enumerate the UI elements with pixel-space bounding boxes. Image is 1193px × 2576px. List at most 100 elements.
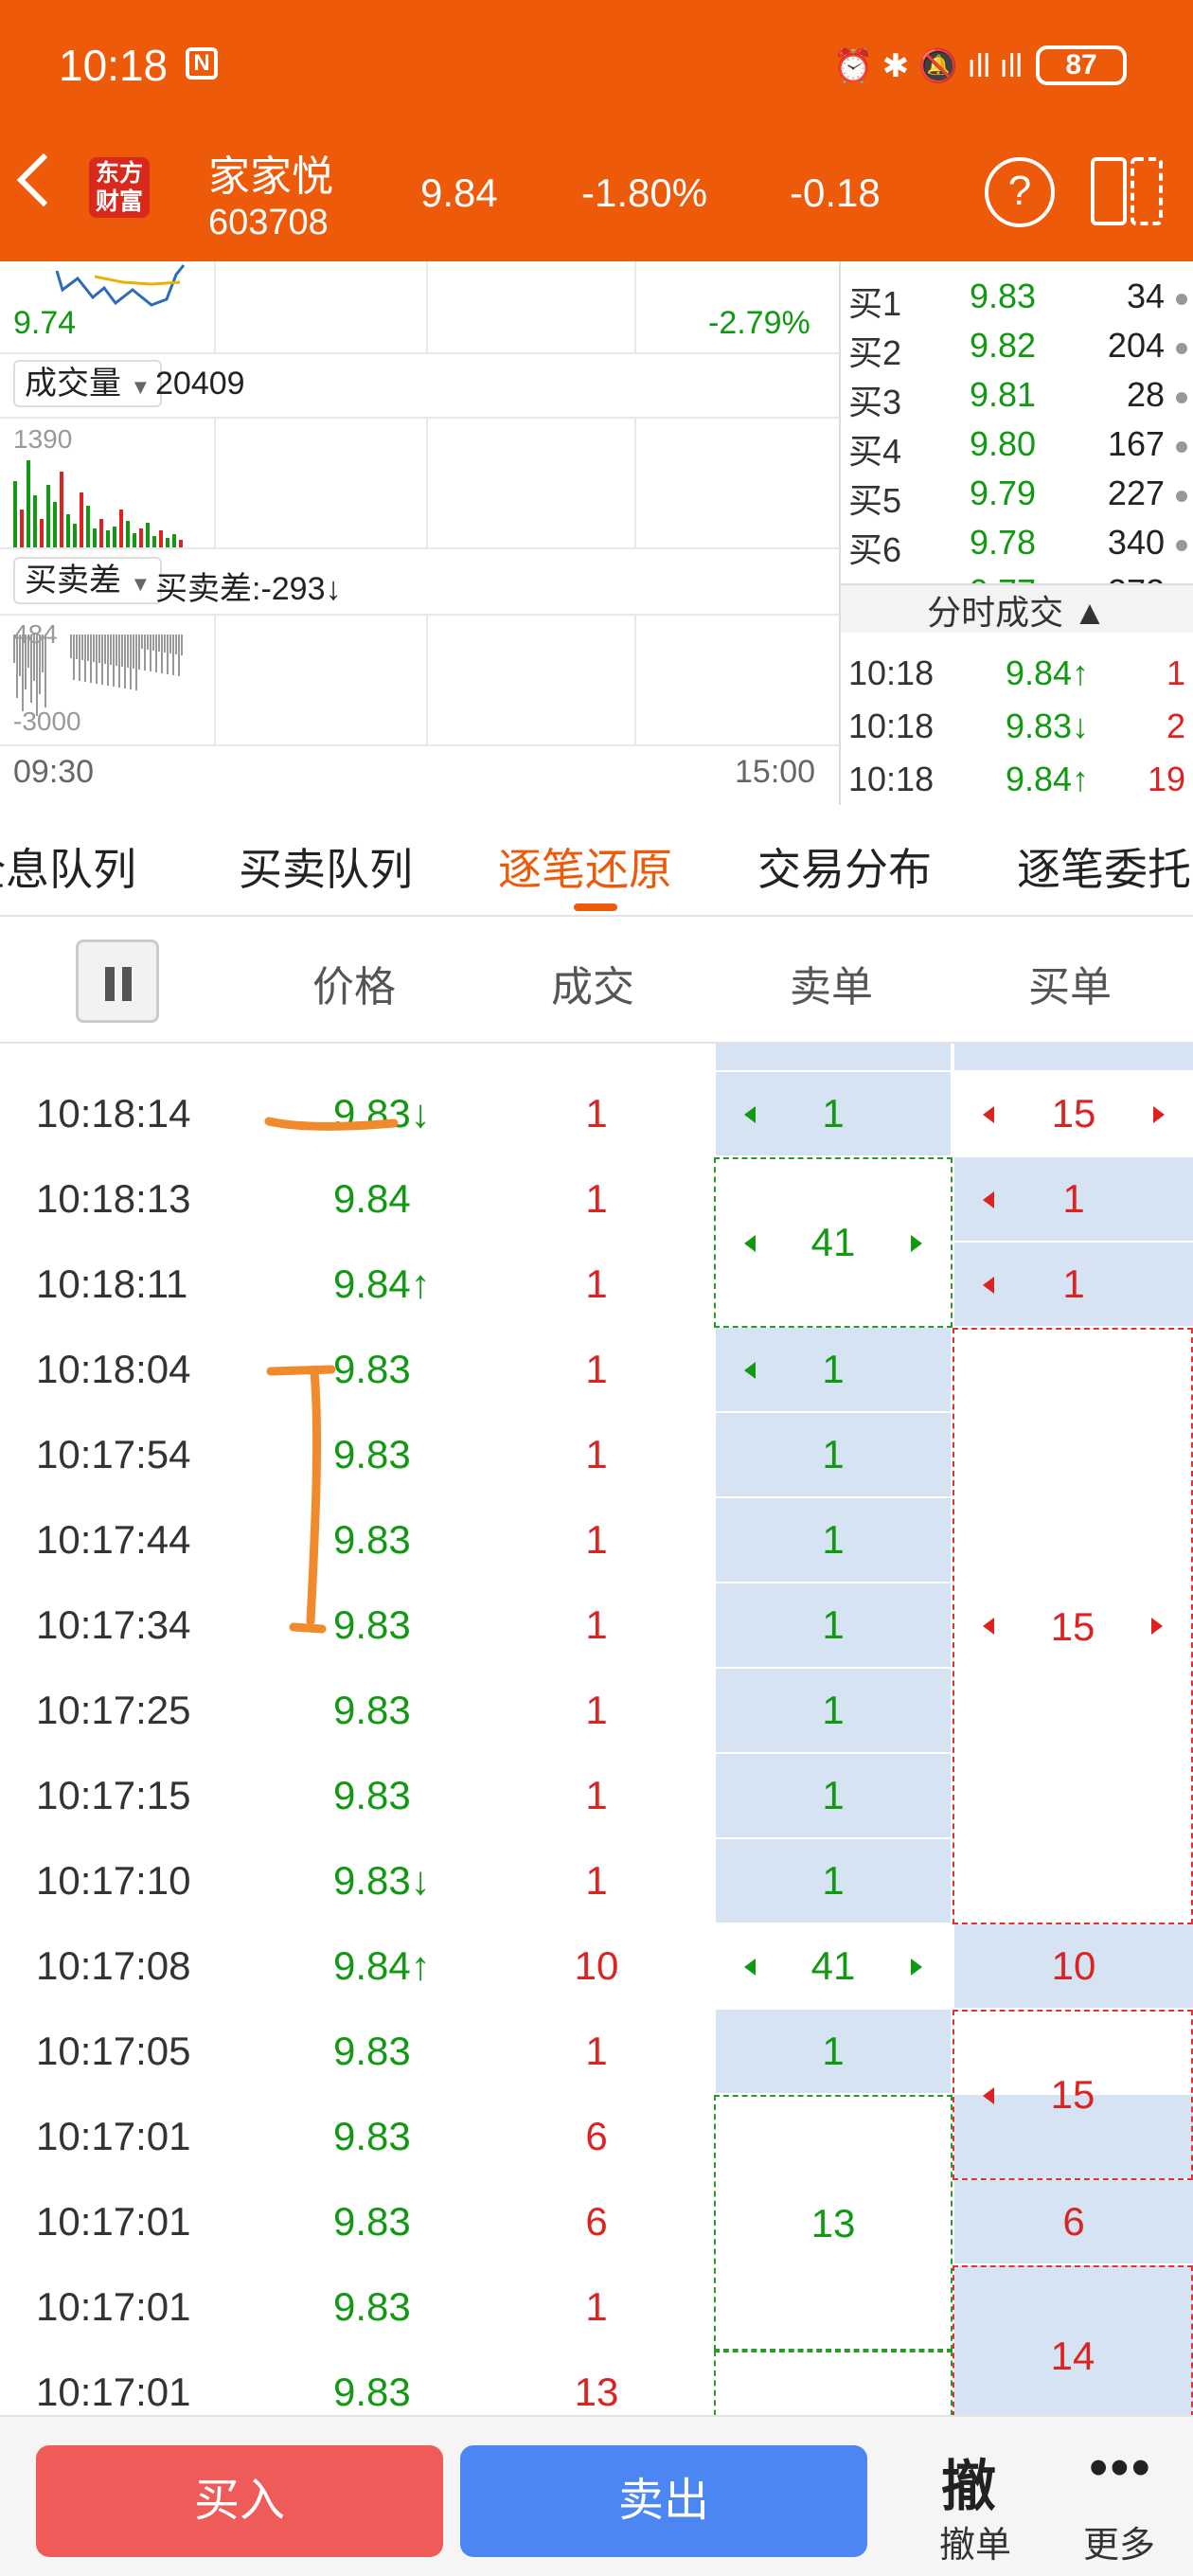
stock-name: 家家悦	[208, 153, 333, 200]
col-volume: 成交	[551, 964, 634, 1011]
diff-bar	[76, 635, 78, 659]
tab-trade-distribution[interactable]: 交易分布	[757, 835, 932, 898]
annotation-stroke	[264, 1117, 399, 1131]
diff-indicator-select[interactable]: 买卖差 ▼	[13, 557, 163, 604]
volume-bar	[80, 492, 83, 547]
chart-low-pct: -2.79%	[708, 305, 810, 341]
back-icon[interactable]	[16, 152, 71, 207]
table-row: 10:18:11 9.84↑ 1	[36, 1261, 608, 1306]
diff-bar	[161, 635, 163, 673]
status-time: 10:18	[59, 41, 169, 90]
sell-button[interactable]: 卖出	[460, 2445, 867, 2557]
diff-bar	[124, 635, 126, 689]
table-row: 10:18:169.84↑19	[0, 1044, 1193, 1072]
chevron-down-icon: ▼	[130, 375, 151, 399]
pause-button[interactable]	[76, 939, 159, 1023]
diff-bar	[45, 635, 46, 707]
table-row: 10:17:01 9.83 13	[36, 2370, 619, 2414]
table-row: 10:17:44 9.83 1	[36, 1517, 608, 1562]
diff-bar	[19, 635, 21, 676]
more-label[interactable]: 更多	[1083, 2515, 1155, 2567]
cancel-order-icon[interactable]: 撤	[941, 2442, 996, 2521]
bottom-action-bar: 买入 卖出 撤 撤单 ••• 更多	[0, 2415, 1193, 2576]
diff-bar	[169, 635, 171, 653]
volume-bar	[13, 481, 17, 547]
trade-list[interactable]: 41 1 41 1 1 1 1 1 1 1 41 1 13 19 15 1 1 …	[0, 1044, 1193, 2415]
volume-bar	[40, 519, 44, 547]
diff-bar	[113, 635, 115, 687]
help-icon[interactable]: ?	[985, 157, 1055, 227]
col-buy-orders: 买单	[1028, 964, 1112, 1011]
diff-bar	[167, 635, 169, 674]
header-price: 9.84	[420, 170, 498, 215]
time-axis-start: 09:30	[13, 754, 95, 790]
table-row: 10:17:01 9.83 6	[36, 2114, 608, 2158]
diff-bar	[127, 635, 129, 668]
diff-bar	[138, 635, 140, 670]
intraday-chart[interactable]: 9.74 -2.79% 成交量 ▼ 20409 1390 买卖差 ▼ 买卖差:-…	[0, 261, 839, 805]
diff-bar	[25, 635, 27, 689]
volume-bar	[172, 534, 176, 547]
table-row: 10:17:05 9.83 1	[36, 2029, 608, 2073]
volume-bar	[139, 528, 143, 547]
diff-bar	[158, 635, 160, 652]
diff-bars	[13, 635, 183, 716]
table-row: 10:18:04 9.83 1	[36, 1347, 608, 1391]
diff-bar	[42, 635, 44, 672]
tab-tick-orders[interactable]: 逐笔委托	[1017, 835, 1191, 898]
diff-bar	[150, 635, 151, 671]
tab-full-queue[interactable]: 全息队列	[0, 835, 136, 898]
table-row: 10:17:15 9.83 1	[36, 1773, 608, 1817]
split-screen-icon[interactable]	[1089, 155, 1165, 227]
app-logo: 东方 财富	[89, 157, 150, 218]
volume-bar	[46, 485, 50, 547]
diff-bar	[16, 635, 18, 698]
diff-bar	[155, 635, 157, 672]
diff-indicator-label: 买卖差	[25, 563, 121, 599]
diff-bar	[104, 635, 106, 664]
diff-bar	[96, 635, 98, 684]
diff-bar	[107, 635, 109, 686]
table-row: 10:17:10 9.83↓ 1	[36, 1858, 608, 1903]
bid-row: 买6 9.78 340	[841, 523, 1193, 572]
more-icon[interactable]: •••	[1089, 2436, 1152, 2499]
volume-bar	[99, 519, 103, 547]
cancel-order-label[interactable]: 撤单	[939, 2515, 1011, 2567]
logo-line1: 东方	[95, 160, 143, 187]
volume-bar	[66, 514, 70, 547]
diff-bar	[81, 635, 83, 660]
diff-bar	[147, 635, 149, 650]
table-row: 10:18:14 9.83↓ 1	[36, 1091, 608, 1136]
diff-bar	[90, 635, 92, 683]
annotation-bracket	[266, 1365, 336, 1634]
volume-bar	[60, 472, 63, 547]
volume-bar	[33, 495, 37, 547]
diff-bar	[130, 635, 132, 689]
header-change-pct: -1.80%	[581, 170, 708, 215]
diff-bar	[133, 635, 134, 669]
tab-bar: 全息队列 买卖队列 逐笔还原 交易分布 逐笔委托	[0, 807, 1193, 917]
diff-bar	[141, 635, 143, 649]
volume-bar	[133, 533, 136, 547]
time-axis-end: 15:00	[735, 754, 816, 790]
buy-button[interactable]: 买入	[36, 2445, 443, 2557]
volume-indicator-select[interactable]: 成交量 ▼	[13, 360, 163, 407]
volume-bar	[53, 502, 57, 547]
logo-line2: 财富	[95, 188, 143, 215]
col-sell-orders: 卖单	[790, 964, 873, 1011]
diff-bar	[70, 635, 72, 658]
volume-bar	[20, 510, 24, 547]
table-row: 10:17:34 9.83 1	[36, 1602, 608, 1647]
header-change: -0.18	[790, 170, 881, 215]
diff-bar	[27, 635, 29, 668]
diff-bar	[79, 635, 80, 681]
tick-trades-header[interactable]: 分时成交 ▲	[841, 583, 1193, 633]
tab-bid-ask-queue[interactable]: 买卖队列	[239, 835, 413, 898]
tick-row: 10:18 9.83↓ 2	[848, 707, 1185, 745]
diff-bar	[144, 635, 146, 671]
chevron-down-icon: ▼	[130, 572, 151, 596]
order-book[interactable]: 买1 9.83 34 买2 9.82 204 买3 9.81 28 买4 9.80 167 买5…	[841, 261, 1193, 805]
tab-tick-restore[interactable]: 逐笔还原	[498, 835, 672, 898]
bid-row: 买5 9.79 227	[841, 474, 1193, 523]
table-row: 10:17:08 9.84↑ 10	[36, 1943, 619, 1988]
